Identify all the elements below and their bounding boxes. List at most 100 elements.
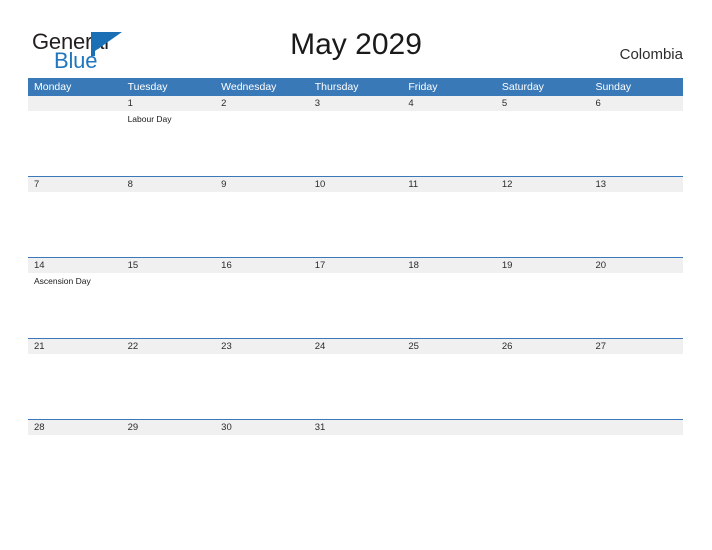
weekday-header-thursday: Thursday <box>314 81 359 93</box>
day-cell[interactable]: 2 <box>215 96 309 176</box>
day-cell[interactable]: 6 <box>589 96 684 176</box>
day-number: 6 <box>589 96 684 111</box>
day-number: 26 <box>495 339 590 354</box>
day-events <box>215 273 309 276</box>
day-events <box>402 354 496 357</box>
day-events <box>309 354 403 357</box>
day-number: 21 <box>28 339 122 354</box>
day-events <box>122 354 216 357</box>
day-number: 8 <box>121 177 216 192</box>
day-number: 28 <box>28 420 122 435</box>
day-events: Labour Day <box>122 111 216 125</box>
day-number: 12 <box>495 177 590 192</box>
day-number: 18 <box>402 258 496 273</box>
weekday-header-tuesday: Tuesday <box>127 81 168 93</box>
day-events <box>28 111 122 114</box>
calendar-week-cells: 28 29 30 31 <box>28 420 684 500</box>
day-events <box>122 273 216 276</box>
day-cell[interactable]: 24 <box>308 339 403 419</box>
day-events <box>402 435 496 438</box>
day-events <box>28 192 122 195</box>
day-cell[interactable]: 10 <box>308 177 403 257</box>
day-number: 15 <box>121 258 216 273</box>
day-events: Ascension Day <box>28 273 122 287</box>
day-cell-empty <box>402 420 496 500</box>
day-events <box>309 435 403 438</box>
day-events <box>309 111 403 114</box>
page-header: General Blue May 2029 Colombia <box>0 0 712 76</box>
day-events <box>122 435 216 438</box>
day-events <box>215 111 309 114</box>
calendar-week-cells: 7 8 9 10 11 12 13 <box>28 177 684 257</box>
calendar-week-cells: 1 Labour Day 2 3 4 5 6 <box>28 96 684 176</box>
day-events <box>28 435 122 438</box>
day-cell[interactable]: 14 Ascension Day <box>28 258 122 338</box>
day-number: 2 <box>215 96 309 111</box>
day-cell[interactable]: 19 <box>495 258 590 338</box>
day-number: 19 <box>495 258 590 273</box>
day-events <box>28 354 122 357</box>
day-cell[interactable]: 26 <box>495 339 590 419</box>
day-events <box>496 354 590 357</box>
day-cell[interactable]: 27 <box>589 339 684 419</box>
calendar-week-row: 28 29 30 31 <box>28 419 684 500</box>
day-cell[interactable]: 13 <box>589 177 684 257</box>
day-number: 22 <box>121 339 216 354</box>
day-number: 7 <box>28 177 122 192</box>
day-cell[interactable]: 29 <box>121 420 216 500</box>
day-cell[interactable]: 16 <box>215 258 309 338</box>
calendar-week-cells: 14 Ascension Day 15 16 17 18 19 20 <box>28 258 684 338</box>
day-events <box>215 192 309 195</box>
day-cell[interactable]: 4 <box>402 96 496 176</box>
day-number: 29 <box>121 420 216 435</box>
day-events <box>402 273 496 276</box>
day-cell[interactable]: 12 <box>495 177 590 257</box>
day-number: 4 <box>402 96 496 111</box>
calendar-grid: Monday Tuesday Wednesday Thursday Friday… <box>28 78 684 500</box>
day-cell[interactable]: 7 <box>28 177 122 257</box>
day-cell[interactable]: 30 <box>215 420 309 500</box>
day-cell[interactable]: 3 <box>308 96 403 176</box>
day-events <box>215 435 309 438</box>
day-events <box>589 192 683 195</box>
day-cell[interactable]: 17 <box>308 258 403 338</box>
day-cell[interactable]: 25 <box>402 339 496 419</box>
day-cell-empty <box>589 420 684 500</box>
day-events <box>589 435 683 438</box>
day-cell[interactable]: 8 <box>121 177 216 257</box>
calendar-week-cells: 21 22 23 24 25 26 27 <box>28 339 684 419</box>
day-number: 13 <box>589 177 684 192</box>
day-number <box>28 96 122 111</box>
day-cell[interactable]: 21 <box>28 339 122 419</box>
day-cell[interactable]: 28 <box>28 420 122 500</box>
day-number <box>589 420 684 435</box>
day-number: 3 <box>308 96 403 111</box>
day-number: 31 <box>308 420 403 435</box>
day-events <box>496 192 590 195</box>
day-events <box>496 111 590 114</box>
day-events <box>589 273 683 276</box>
day-cell[interactable]: 1 Labour Day <box>121 96 216 176</box>
weekday-header-row: Monday Tuesday Wednesday Thursday Friday… <box>28 78 683 96</box>
day-cell[interactable]: 5 <box>495 96 590 176</box>
day-events <box>122 192 216 195</box>
day-number: 17 <box>308 258 403 273</box>
day-cell[interactable]: 15 <box>121 258 216 338</box>
day-cell[interactable]: 11 <box>402 177 496 257</box>
day-cell[interactable]: 20 <box>589 258 684 338</box>
day-cell[interactable]: 18 <box>402 258 496 338</box>
weekday-header-saturday: Saturday <box>501 81 544 93</box>
day-cell[interactable]: 9 <box>215 177 309 257</box>
day-cell[interactable]: 23 <box>215 339 309 419</box>
day-cell[interactable]: 31 <box>308 420 403 500</box>
day-cell[interactable]: 22 <box>121 339 216 419</box>
day-number: 20 <box>589 258 684 273</box>
calendar-week-row: 1 Labour Day 2 3 4 5 6 <box>28 96 684 176</box>
day-number: 25 <box>402 339 496 354</box>
day-number <box>402 420 496 435</box>
day-events <box>309 273 403 276</box>
holiday-event-label: Ascension Day <box>34 276 91 286</box>
day-events <box>589 354 683 357</box>
weekday-header-monday: Monday <box>34 81 72 93</box>
day-number: 11 <box>402 177 496 192</box>
